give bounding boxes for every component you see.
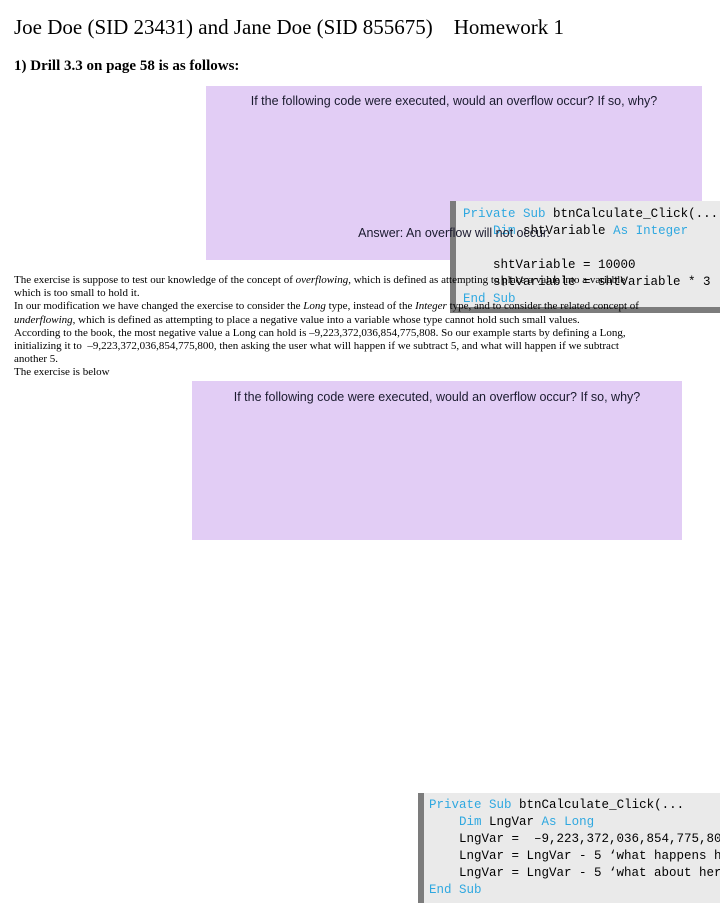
code-text-original: Private Sub btnCalculate_Click(... Dim s… <box>456 201 720 308</box>
paragraph-text: initializing it to –9,223,372,036,854,77… <box>14 340 619 352</box>
paragraph-text: The exercise is suppose to test our know… <box>14 274 296 286</box>
paragraph-line: initializing it to –9,223,372,036,854,77… <box>14 340 619 353</box>
paragraph-line: The exercise is suppose to test our know… <box>14 274 625 287</box>
term-emphasis: overflowing <box>295 274 349 286</box>
code-token: btnCalculate_Click(... <box>511 798 685 812</box>
code-block-original: Private Sub btnCalculate_Click(... Dim s… <box>456 201 720 307</box>
paragraph-text: which is too small to hold it. <box>14 287 140 300</box>
code-token: LngVar <box>481 815 542 829</box>
code-token: Private <box>429 798 482 812</box>
paragraph-line: another 5. <box>14 353 58 366</box>
paragraph-text: The exercise is below <box>14 366 110 379</box>
drill-heading: 1) Drill 3.3 on page 58 is as follows: <box>14 58 240 74</box>
term-emphasis: Long <box>303 300 326 313</box>
paragraph-text: , which is defined as attempting to plac… <box>72 313 580 326</box>
term-emphasis: Integer <box>415 300 447 313</box>
code-block-modified: Private Sub btnCalculate_Click(... Dim L… <box>424 793 720 903</box>
code-token: btnCalculate_Click(... <box>545 207 719 221</box>
paragraph-line: underflowing, which is defined as attemp… <box>14 314 580 327</box>
code-token: Private <box>463 207 516 221</box>
paragraph-text: type, and to consider the related concep… <box>446 300 639 313</box>
exercise-panel-original: If the following code were executed, wou… <box>206 86 720 307</box>
code-text-modified: Private Sub btnCalculate_Click(... Dim L… <box>424 793 720 899</box>
paragraph-text: , which is defined as attempting to plac… <box>348 274 626 286</box>
code-token: Sub <box>489 798 512 812</box>
paragraph-line: According to the book, the most negative… <box>14 327 626 340</box>
paragraph-text: According to the book, the most negative… <box>14 326 626 339</box>
paragraph-line: In our modification we have changed the … <box>14 300 639 313</box>
code-token: As <box>541 815 557 829</box>
code-token: LngVar = LngVar - 5 ‘what happens here? <box>429 849 720 863</box>
paragraph-text: another 5. <box>14 353 58 366</box>
code-token: Long <box>564 815 595 829</box>
code-token: LngVar = –9,223,372,036,854,775,800 <box>429 832 720 846</box>
page-title: Joe Doe (SID 23431) and Jane Doe (SID 85… <box>14 15 564 39</box>
panel-two-question: If the following code were executed, wou… <box>233 390 641 404</box>
code-token: Dim <box>459 815 482 829</box>
paragraph-line: The exercise is below <box>14 366 110 379</box>
panel-one-answer: Answer: An overflow will not occur. <box>358 226 550 240</box>
code-token: LngVar = LngVar - 5 ‘what about here? <box>429 866 720 880</box>
paragraph-text: In our modification we have changed the … <box>14 300 304 313</box>
code-token: Sub <box>523 207 546 221</box>
paragraph-text: type, instead of the <box>325 300 416 313</box>
code-token: Sub <box>459 883 482 897</box>
code-token: End <box>429 883 452 897</box>
exercise-panel-modified: If the following code were executed, wou… <box>192 381 720 903</box>
term-emphasis: underflowing <box>14 313 73 326</box>
panel-one-question: If the following code were executed, wou… <box>250 94 658 108</box>
paragraph-line: which is too small to hold it. <box>14 287 140 300</box>
code-token: shtVariable = 10000 <box>463 258 636 272</box>
